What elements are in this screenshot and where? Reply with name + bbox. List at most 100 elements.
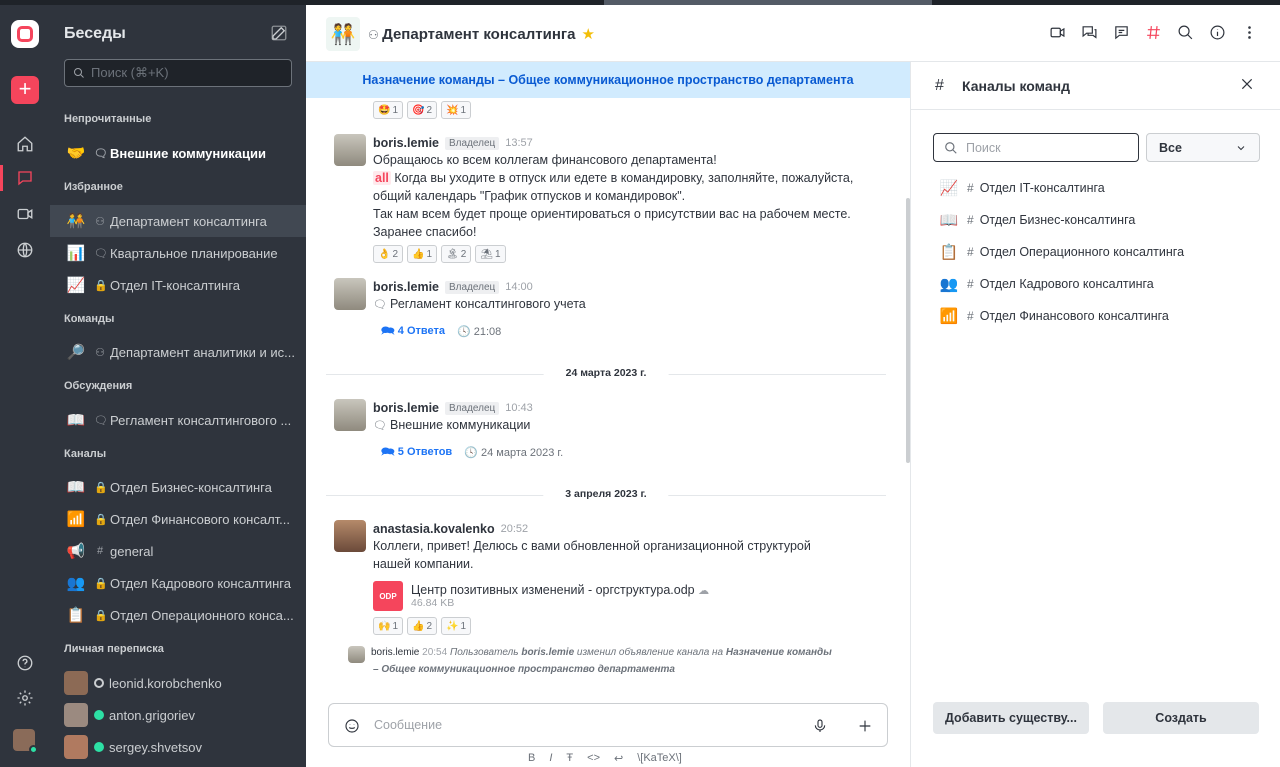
sidebar-item-consulting-department[interactable]: 🧑‍🤝‍🧑 ⚇ Департамент консалтинга [50,205,306,237]
thread-reply-count[interactable]: 🗪 5 Ответов [381,443,452,462]
author-name[interactable]: anastasia.kovalenko [373,522,495,536]
sidebar-item-financial-consulting[interactable]: 📶 🔒 Отдел Финансового консалт... [50,503,306,535]
kebab-menu-icon[interactable] [1240,23,1258,41]
people-network-icon: 👥 [939,276,959,293]
message-composer[interactable]: Сообщение [328,703,888,747]
message-time: 13:57 [505,137,533,149]
globe-icon[interactable] [12,237,38,263]
hash-lock-icon: # [967,277,974,291]
create-new-button[interactable]: + [11,76,39,104]
reaction-boom[interactable]: 💥 1 [441,101,472,119]
info-icon[interactable] [1208,23,1226,41]
emoji-icon[interactable] [343,717,361,735]
author-name[interactable]: boris.lemie [373,280,439,294]
channel-filter-select[interactable]: Все [1146,133,1260,162]
reaction-thumbs-up[interactable]: 👍 1 [407,245,438,263]
threads-icon[interactable] [1112,23,1130,41]
room-title[interactable]: ⚇ Департамент консалтинга ★ [368,25,595,43]
favorite-star-icon[interactable]: ★ [582,26,595,43]
close-icon[interactable] [1239,76,1257,94]
sidebar-item-hr-consulting[interactable]: 👥 🔒 Отдел Кадрового консалтинга [50,567,306,599]
sidebar-item-general[interactable]: 📢 # general [50,535,306,567]
reaction-raised-hands[interactable]: 🙌 1 [373,617,404,635]
plus-icon[interactable] [856,717,874,735]
message-time: 20:52 [500,523,529,535]
discussion-link[interactable]: 🗨 Внешние коммуникации [373,418,530,432]
team-channels-icon[interactable] [1144,23,1162,41]
hash-icon: # [935,77,944,94]
avatar[interactable] [348,646,365,663]
thread-info[interactable]: 🗪 4 Ответа 🕓 21:08 [381,322,501,341]
growth-chart-icon: 📶 [66,511,86,528]
file-name[interactable]: Центр позитивных изменений - оргструктур… [411,583,709,597]
reaction-star-eyes[interactable]: 🤩 1 [373,101,404,119]
sidebar-item-it-consulting[interactable]: 📈 🔒 Отдел IT-консалтинга [50,269,306,301]
author-name[interactable]: boris.lemie [373,136,439,150]
lock-icon: 🔒 [94,577,108,590]
sidebar-item-operational-consulting[interactable]: 📋 🔒 Отдел Операционного конса... [50,599,306,631]
channel-list-item[interactable]: 📖 # Отдел Бизнес-консалтинга [937,208,1136,232]
author-name[interactable]: boris.lemie [373,401,439,415]
team-icon: ⚇ [95,346,105,359]
sidebar-item-dm-leonid[interactable]: leonid.korobchenko [50,667,306,699]
reaction-thumbs-up[interactable]: 👍 2 [407,617,438,635]
discussions-icon[interactable] [1080,23,1098,41]
avatar[interactable] [334,399,366,431]
sidebar-item-business-consulting[interactable]: 📖 🔒 Отдел Бизнес-консалтинга [50,471,306,503]
sidebar-item-consulting-regulation[interactable]: 📖 🗨 Регламент консалтингового ... [50,404,306,436]
mention-all[interactable]: all [373,171,391,185]
reaction-ok-hand[interactable]: 👌 2 [373,245,404,263]
multiline-format-button[interactable]: ↩ [614,752,623,765]
sidebar-item-dm-anton[interactable]: anton.grigoriev [50,699,306,731]
home-icon[interactable] [12,131,38,157]
microphone-icon[interactable] [811,717,829,735]
compose-pencil-icon[interactable] [270,24,288,42]
sidebar-item-quarterly-planning[interactable]: 📊 🗨 Квартальное планирование [50,237,306,269]
channel-search-input[interactable]: Поиск [933,133,1139,162]
video-icon[interactable] [12,201,38,227]
app-logo-icon[interactable] [11,20,39,48]
user-avatar[interactable] [13,729,38,754]
channel-list-item[interactable]: 📋 # Отдел Операционного консалтинга [937,240,1184,264]
reaction-sparkles[interactable]: ✨ 1 [441,617,472,635]
message-header: boris.lemie Владелец 14:00 [373,280,533,294]
add-existing-button[interactable]: Добавить существу... [933,702,1089,734]
reaction-island[interactable]: 🏝 2 [441,245,472,263]
lock-icon: 🔒 [94,513,108,526]
create-button[interactable]: Создать [1103,702,1259,734]
bold-format-button[interactable]: B [528,752,535,765]
search-icon[interactable] [1176,23,1194,41]
sidebar-item-external-communications[interactable]: 🤝 🗨 Внешние коммуникации [50,137,306,169]
reaction-umbrella[interactable]: ⛱ 1 [475,245,506,263]
help-icon[interactable] [12,650,38,676]
sidebar-item-analytics-department[interactable]: 🔎 ⚇ Департамент аналитики и ис... [50,336,306,368]
channel-list-item[interactable]: 📈 # Отдел IT-консалтинга [937,176,1105,200]
discussion-icon: 🗨 [94,414,108,427]
italic-format-button[interactable]: I [549,752,552,765]
sidebar-search-input[interactable]: Поиск (⌘+K) [64,59,292,87]
avatar[interactable] [334,278,366,310]
avatar[interactable] [334,520,366,552]
file-attachment[interactable]: ODP Центр позитивных изменений - оргстру… [373,581,709,611]
channel-list-item[interactable]: 👥 # Отдел Кадрового консалтинга [937,272,1154,296]
sidebar-item-dm-sergey[interactable]: sergey.shvetsov [50,731,306,763]
message-header: boris.lemie Владелец 13:57 [373,136,533,150]
strike-format-button[interactable]: Ŧ [566,752,573,765]
magnifier-avatar-icon: 🔎 [66,344,86,361]
message-input-placeholder[interactable]: Сообщение [374,718,442,732]
thread-reply-count[interactable]: 🗪 4 Ответа [381,322,445,341]
thread-info[interactable]: 🗪 5 Ответов 🕓 24 марта 2023 г. [381,443,563,462]
avatar[interactable] [334,134,366,166]
settings-gear-icon[interactable] [12,685,38,711]
video-call-icon[interactable] [1048,23,1066,41]
message-text: Обращаюсь ко всем коллегам финансового д… [373,153,717,167]
discussion-icon: 🗨 [373,299,391,311]
discussion-link[interactable]: 🗨 Регламент консалтингового учета [373,297,586,311]
thread-last-time: 🕓 24 марта 2023 г. [464,447,564,459]
reaction-target[interactable]: 🎯 2 [407,101,438,119]
chat-icon[interactable] [0,165,38,191]
code-format-button[interactable]: <> [587,752,600,765]
announcement-banner[interactable]: Назначение команды – Общее коммуникацион… [306,62,910,98]
katex-format-button[interactable]: \[KaTeX\] [637,752,682,765]
channel-list-item[interactable]: 📶 # Отдел Финансового консалтинга [937,304,1169,328]
